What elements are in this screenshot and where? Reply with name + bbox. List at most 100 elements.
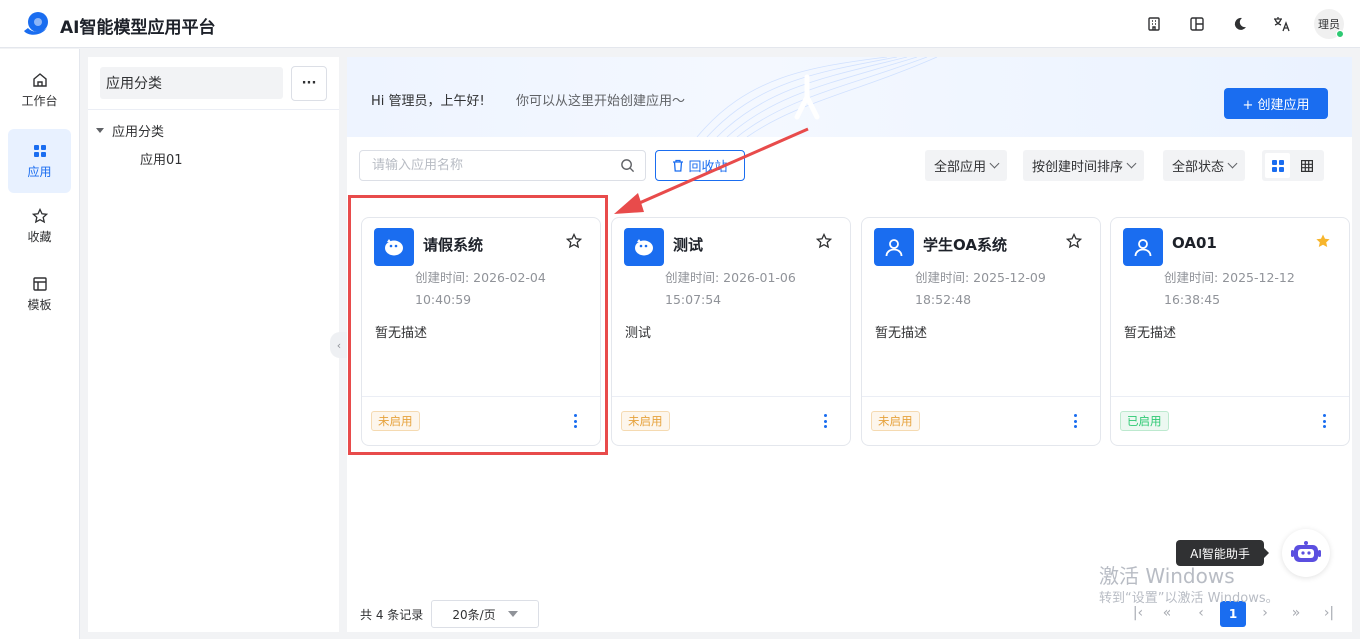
star-icon[interactable] [566, 233, 582, 249]
trash-icon [673, 159, 684, 172]
app-name: 请假系统 [423, 236, 484, 254]
more-vertical-icon[interactable] [820, 412, 830, 430]
search-input[interactable] [372, 158, 612, 173]
table-view-toggle[interactable] [1294, 153, 1319, 178]
page-size-select[interactable]: 20条/页 [431, 600, 539, 628]
layout-icon[interactable] [1187, 14, 1207, 34]
created-clock: 16:38:45 [1164, 292, 1221, 307]
sort-dropdown[interactable]: 按创建时间排序 [1023, 150, 1145, 181]
ai-assistant-tooltip: AI智能助手 [1176, 540, 1269, 566]
user-avatar[interactable]: 理员 [1314, 9, 1344, 39]
tree-node-child[interactable]: 应用01 [140, 149, 183, 168]
created-date: 创建时间: 2026-01-06 [665, 270, 796, 285]
translate-icon[interactable] [1272, 14, 1292, 34]
app-card[interactable]: 测试 创建时间: 2026-01-06 15:07:54 测试 未启用 [611, 217, 851, 446]
status-badge: 未启用 [621, 411, 670, 431]
filter-status-value: 全部状态 [1172, 160, 1225, 175]
app-icon [624, 228, 664, 266]
ai-assistant-button[interactable] [1282, 529, 1330, 577]
greeting-text: Hi 管理员，上午好! [371, 94, 485, 109]
category-more-button[interactable]: ··· [291, 66, 327, 101]
created-clock: 15:07:54 [665, 292, 722, 307]
nav-item-templates[interactable]: 模板 [8, 262, 71, 326]
created-clock: 18:52:48 [915, 292, 972, 307]
recycle-bin-button[interactable]: 回收站 [655, 150, 745, 181]
caret-down-icon[interactable] [96, 128, 104, 133]
search-icon[interactable] [620, 158, 635, 173]
last-page-icon[interactable]: ›| [1320, 604, 1338, 622]
app-card[interactable]: OA01 创建时间: 2025-12-12 16:38:45 暂无描述 已启用 [1110, 217, 1350, 446]
tree-node-label: 应用分类 [112, 125, 165, 140]
divider [1111, 396, 1349, 397]
prev-group-icon[interactable]: « [1158, 604, 1176, 622]
app-created-time: 创建时间: 2025-12-12 16:38:45 [1164, 267, 1344, 311]
chevron-down-icon [1227, 158, 1238, 169]
windows-activation-hint: 转到“设置”以激活 Windows。 [1099, 591, 1279, 606]
tree-node-root[interactable]: 应用分类 [96, 121, 164, 140]
home-icon [32, 72, 47, 87]
filter-app-value: 全部应用 [934, 160, 987, 175]
collapse-panel-handle[interactable]: ‹ [330, 332, 348, 358]
next-page-icon[interactable]: › [1256, 604, 1274, 622]
more-vertical-icon[interactable] [570, 412, 580, 430]
nav-item-apps[interactable]: 应用 [8, 129, 71, 193]
divider [88, 109, 339, 110]
card-view-toggle[interactable] [1265, 153, 1290, 178]
more-vertical-icon[interactable] [1319, 412, 1329, 430]
template-icon [32, 276, 47, 291]
created-date: 创建时间: 2025-12-09 [915, 270, 1046, 285]
building-icon[interactable] [1144, 14, 1164, 34]
total-records: 共 4 条记录 [360, 608, 424, 622]
created-date: 创建时间: 2025-12-12 [1164, 270, 1295, 285]
app-name: OA01 [1172, 234, 1217, 252]
caret-down-icon [507, 611, 518, 617]
more-vertical-icon[interactable] [1070, 412, 1080, 430]
category-title-field[interactable]: 应用分类 [100, 67, 283, 99]
app-created-time: 创建时间: 2026-01-06 15:07:54 [665, 267, 845, 311]
prev-page-icon[interactable]: ‹ [1192, 604, 1210, 622]
star-icon[interactable] [1066, 233, 1082, 249]
left-nav: 工作台 应用 收藏 模板 [0, 49, 80, 639]
user-icon [885, 239, 903, 257]
nav-item-label: 应用 [27, 164, 52, 179]
star-icon[interactable] [816, 233, 832, 249]
nav-item-label: 工作台 [21, 93, 58, 108]
divider [862, 396, 1100, 397]
create-app-button[interactable]: + 创建应用 [1224, 88, 1328, 119]
status-badge: 未启用 [371, 411, 420, 431]
app-description: 暂无描述 [875, 326, 928, 341]
page-size-value: 20条/页 [452, 607, 496, 622]
filter-app-dropdown[interactable]: 全部应用 [925, 150, 1008, 181]
user-avatar-label: 理员 [1318, 18, 1340, 31]
toolbar: 回收站 全部应用 按创建时间排序 全部状态 [347, 137, 1352, 195]
next-group-icon[interactable]: » [1287, 604, 1305, 622]
grid-icon [1271, 159, 1284, 172]
nav-item-label: 收藏 [27, 229, 52, 244]
welcome-banner: Hi 管理员，上午好! 你可以从这里开始创建应用～ + 创建应用 [347, 57, 1352, 137]
filter-status-dropdown[interactable]: 全部状态 [1163, 150, 1246, 181]
top-bar: AI智能模型应用平台 理员 [0, 0, 1360, 48]
moon-icon[interactable] [1230, 14, 1250, 34]
app-created-time: 创建时间: 2025-12-09 18:52:48 [915, 267, 1095, 311]
app-card[interactable]: 学生OA系统 创建时间: 2025-12-09 18:52:48 暂无描述 未启… [861, 217, 1101, 446]
status-badge: 未启用 [871, 411, 920, 431]
bot-icon [635, 239, 653, 256]
banner-decoration [696, 57, 938, 137]
nav-item-workbench[interactable]: 工作台 [8, 58, 71, 122]
chevron-left-icon: ‹ [336, 338, 342, 352]
app-card[interactable]: 请假系统 创建时间: 2026-02-04 10:40:59 暂无描述 未启用 [361, 217, 601, 446]
app-title: AI智能模型应用平台 [60, 18, 216, 38]
search-box [359, 150, 646, 181]
chevron-down-icon [1126, 158, 1137, 169]
app-description: 暂无描述 [1124, 326, 1177, 341]
first-page-icon[interactable]: |‹ [1129, 604, 1147, 622]
app-icon [374, 228, 414, 266]
app-name: 学生OA系统 [923, 236, 1007, 254]
app-name: 测试 [673, 236, 704, 254]
created-clock: 10:40:59 [415, 292, 472, 307]
platform-logo-icon [24, 12, 48, 35]
nav-item-favorites[interactable]: 收藏 [8, 194, 71, 258]
star-filled-icon[interactable] [1315, 233, 1331, 249]
app-description: 测试 [625, 326, 652, 341]
bot-icon [385, 239, 403, 256]
